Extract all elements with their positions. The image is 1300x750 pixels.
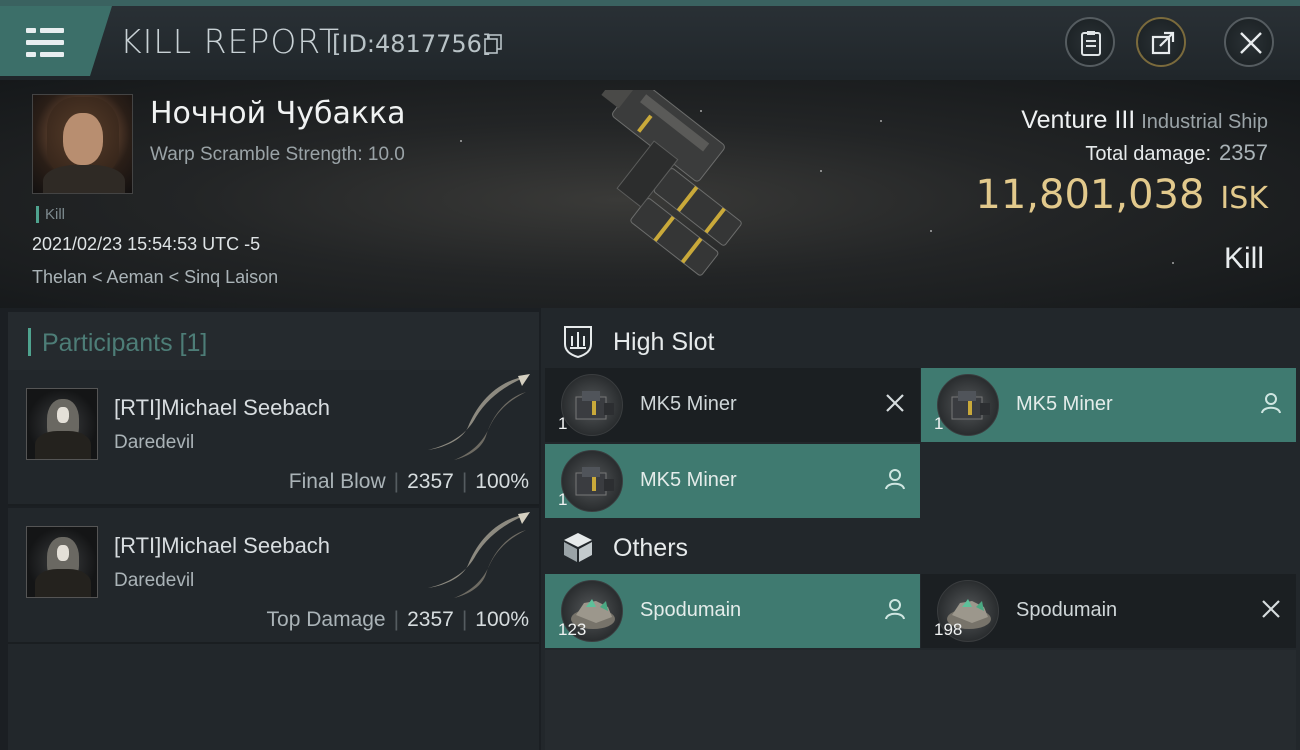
victim-ship-name[interactable]: Venture III Industrial Ship [1021,106,1268,135]
miner-module-icon [937,374,999,436]
victim-portrait[interactable] [32,94,133,194]
pilot-portrait[interactable] [26,526,98,598]
kill-result: Kill [1223,242,1264,275]
person-icon [885,469,905,490]
isk-unit: ISK [1220,181,1268,216]
warp-scramble-strength: Warp Scramble Strength: 10.0 [150,144,405,165]
high-slot-icon [564,326,592,358]
participant-ship-image [428,512,530,598]
report-button[interactable] [1065,17,1115,67]
total-damage: Total damage: 2357 [1085,140,1268,165]
kill-datetime: 2021/02/23 15:54:53 UTC -5 [32,234,261,254]
copy-icon[interactable] [484,34,502,54]
participants-panel: Participants [1] [RTI]Michael Seebach Da… [0,308,541,750]
module-name: MK5 Miner [640,469,737,491]
pilot-ship: Daredevil [114,432,195,453]
participant-stats: Final Blow | 2357 | 100% [288,470,529,493]
top-accent-line [0,0,1300,6]
close-button[interactable] [1224,17,1274,67]
hamburger-menu-icon [26,28,64,58]
pilot-name: [RTI]Michael Seebach [114,533,331,558]
module-quantity: 1 [558,490,568,509]
item-name: Spodumain [640,599,742,621]
module-name: MK5 Miner [1016,393,1113,415]
participant-percent: 100% [475,608,529,631]
cargo-item[interactable]: 123 Spodumain [545,574,920,648]
share-icon [1151,31,1175,55]
cube-icon [564,533,592,562]
participant-damage: 2357 [407,608,454,631]
module-quantity: 1 [558,414,568,433]
module-item[interactable]: 1 MK5 Miner [545,444,920,518]
fitting-empty-area [545,650,1296,750]
module-item[interactable]: 1 MK5 Miner [921,368,1296,442]
participant-row[interactable]: [RTI]Michael Seebach Daredevil Top Damag… [8,508,539,644]
participant-role: Final Blow [288,470,386,493]
item-quantity: 123 [558,620,587,639]
miner-module-icon [561,450,623,512]
others-header: Others [541,518,1300,576]
fitting-panel: High Slot 1 MK5 Miner 1 MK5 Miner 1 MK5 … [541,308,1300,750]
cargo-item[interactable]: 198 Spodumain [921,574,1296,648]
pilot-ship: Daredevil [114,570,195,591]
ship-class: Industrial Ship [1141,111,1268,133]
participant-row[interactable]: [RTI]Michael Seebach Daredevil Final Blo… [8,370,539,506]
module-item[interactable]: 1 MK5 Miner [545,368,920,442]
participant-damage: 2357 [407,470,454,493]
victim-name[interactable]: Ночной Чубакка [150,96,405,131]
item-name: Spodumain [1016,599,1118,621]
participant-stats: Top Damage | 2357 | 100% [266,608,529,631]
victim-ship-image[interactable] [530,90,770,300]
report-id: [ID:4817756] [332,30,492,58]
item-quantity: 198 [934,620,963,639]
pilot-portrait[interactable] [26,388,98,460]
top-bar: KILL REPORT [ID:4817756] [0,0,1300,80]
page-title: KILL REPORT [120,22,340,61]
clipboard-icon [1081,31,1101,56]
share-button[interactable] [1136,17,1186,67]
kill-tag: Kill [36,206,65,223]
high-slot-header: High Slot [541,312,1300,370]
others-label: Others [613,534,689,562]
pilot-name: [RTI]Michael Seebach [114,395,331,420]
x-icon [886,394,904,412]
victim-header: Ночной Чубакка Warp Scramble Strength: 1… [0,80,1300,308]
participants-empty-area [8,644,539,750]
x-icon [1262,600,1280,618]
module-name: MK5 Miner [640,393,737,415]
close-icon [1240,32,1262,54]
kill-location[interactable]: Thelan < Aeman < Sinq Laison [32,267,278,288]
miner-module-icon [561,374,623,436]
isk-value: 11,801,038 ISK [975,172,1268,218]
total-damage-value: 2357 [1219,140,1268,165]
person-icon [885,599,905,620]
participants-header[interactable]: Participants [1] [8,312,539,370]
participant-ship-image [428,374,530,460]
participant-percent: 100% [475,470,529,493]
person-icon [1261,393,1281,414]
menu-button[interactable] [0,6,112,76]
high-slot-label: High Slot [613,328,715,356]
participant-role: Top Damage [266,608,386,631]
participants-title: Participants [1] [42,329,208,357]
module-quantity: 1 [934,414,944,433]
